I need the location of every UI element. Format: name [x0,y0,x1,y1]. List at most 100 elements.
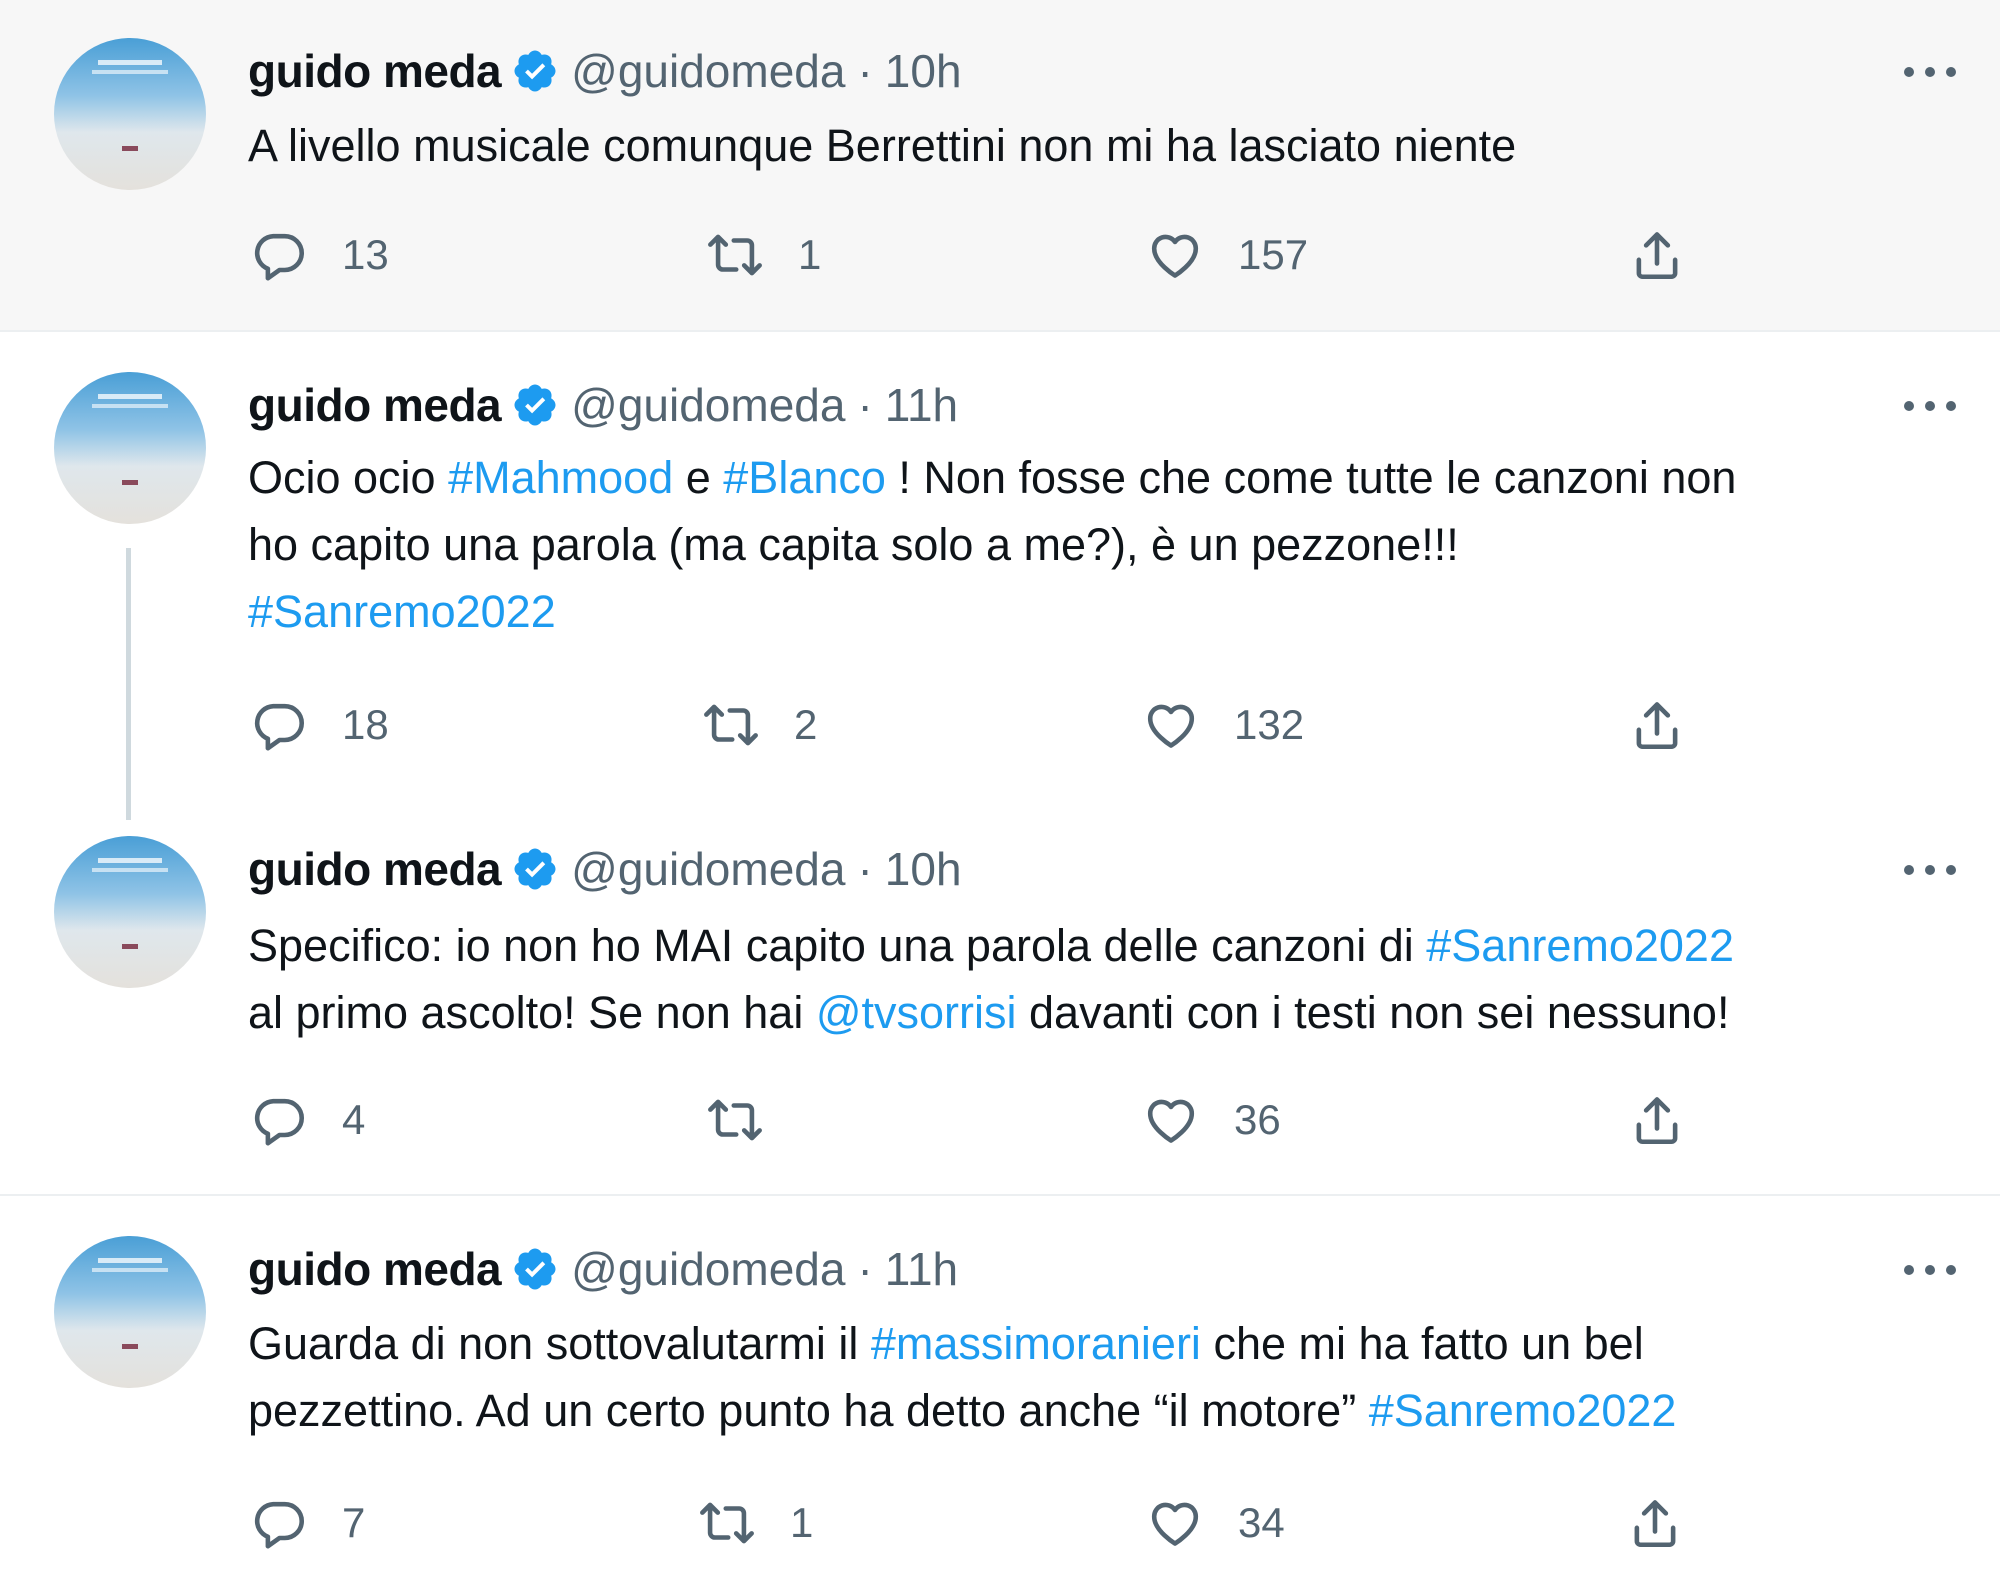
tweet-text-segment: Ocio ocio [248,452,449,503]
display-name[interactable]: guido meda [248,378,502,432]
avatar[interactable] [54,1236,206,1388]
retweet-icon [704,704,758,746]
tweet-text-segment: A livello musicale comunque Berrettini n… [248,120,1517,171]
retweet-count: 1 [790,1499,814,1546]
heart-icon [1151,1502,1199,1546]
more-icon[interactable] [1904,860,1956,880]
verified-icon [514,1248,556,1290]
share-button[interactable] [1628,690,1686,760]
timestamp[interactable]: 11h [885,1242,958,1296]
retweet-icon [708,1099,762,1141]
separator: · [857,1243,873,1295]
retweet-button[interactable]: 2 [702,690,817,760]
tweet-text-segment: ! Non fosse che come tutte le canzoni no… [885,452,1737,503]
like-button[interactable]: 157 [1146,220,1308,290]
verified-icon [514,384,556,426]
tweet-actions: 7 1 34 [0,1488,2000,1558]
tweet-text-segment: pezzettino. Ad un certo punto ha detto a… [248,1385,1369,1436]
share-button[interactable] [1628,1085,1686,1155]
heart-icon [1147,1099,1195,1143]
timestamp[interactable]: 11h [885,378,958,432]
separator: · [857,45,873,97]
separator: · [857,843,873,895]
more-icon[interactable] [1904,1260,1956,1280]
tweet-text-segment: Guarda di non sottovalutarmi il [248,1318,871,1369]
tweet-text-segment: ho capito una parola (ma capita solo a m… [248,519,1459,570]
more-icon[interactable] [1904,62,1956,82]
retweet-button[interactable] [706,1085,798,1155]
tweet-text-segment: Specifico: io non ho MAI capito una paro… [248,920,1427,971]
display-name[interactable]: guido meda [248,1242,502,1296]
reply-icon [254,1098,305,1146]
tweet-actions: 4 36 [0,1085,2000,1155]
tweet[interactable]: guido meda @guidomeda · 10h Specifico: i… [0,800,2000,1190]
heart-icon [1147,704,1195,748]
reply-icon [254,1501,305,1549]
retweet-count: 2 [794,701,818,748]
tweet-actions: 18 2 132 [0,690,2000,760]
tweet-header: guido meda @guidomeda · 10h [248,834,962,904]
hashtag-link[interactable]: #Sanremo2022 [1426,920,1734,971]
display-name[interactable]: guido meda [248,842,502,896]
share-icon [1636,232,1678,280]
like-button[interactable]: 132 [1142,690,1304,760]
like-button[interactable]: 34 [1146,1488,1285,1558]
tweet-header: guido meda @guidomeda · 11h [248,1234,958,1304]
tweet[interactable]: guido meda @guidomeda · 11h Guarda di no… [0,1196,2000,1577]
avatar[interactable] [54,372,206,524]
reply-count: 18 [342,701,389,748]
avatar[interactable] [54,38,206,190]
like-button[interactable]: 36 [1142,1085,1281,1155]
retweet-icon [700,1502,754,1544]
tweet-text: Ocio ocio #Mahmood e #Blanco ! Non fosse… [248,444,1978,645]
hashtag-link[interactable]: #Blanco [723,452,886,503]
tweet-text: Guarda di non sottovalutarmi il #massimo… [248,1310,1978,1444]
heart-icon [1151,234,1199,278]
handle[interactable]: @guidomeda [571,842,845,896]
display-name[interactable]: guido meda [248,44,502,98]
reply-button[interactable]: 4 [250,1085,365,1155]
reply-icon [254,703,305,751]
retweet-button[interactable]: 1 [698,1488,813,1558]
like-count: 157 [1238,231,1309,278]
handle[interactable]: @guidomeda [571,1242,845,1296]
hashtag-link[interactable]: #Sanremo2022 [1369,1385,1677,1436]
retweet-button[interactable]: 1 [706,220,821,290]
share-icon [1636,1097,1678,1145]
reply-button[interactable]: 7 [250,1488,365,1558]
tweet-text: Specifico: io non ho MAI capito una paro… [248,912,1978,1046]
tweet[interactable]: guido meda @guidomeda · 10h A livello mu… [0,0,2000,330]
avatar[interactable] [54,836,206,988]
timestamp[interactable]: 10h [885,842,962,896]
retweet-icon [708,234,762,276]
tweet-text: A livello musicale comunque Berrettini n… [248,112,1978,179]
like-count: 36 [1234,1096,1281,1143]
share-button[interactable] [1626,1488,1684,1558]
handle[interactable]: @guidomeda [571,378,845,432]
tweet[interactable]: guido meda @guidomeda · 11h Ocio ocio #M… [0,332,2000,792]
retweet-count: 1 [798,231,822,278]
share-icon [1636,702,1678,750]
separator: · [857,379,873,431]
like-count: 34 [1238,1499,1285,1546]
like-count: 132 [1234,701,1305,748]
hashtag-link[interactable]: #Mahmood [448,452,673,503]
tweet-text-segment: e [673,452,724,503]
tweet-header: guido meda @guidomeda · 11h [248,370,958,440]
share-button[interactable] [1628,220,1686,290]
tweet-text-segment: davanti con i testi non sei nessuno! [1016,987,1730,1038]
mention-link[interactable]: @tvsorrisi [816,987,1017,1038]
timestamp[interactable]: 10h [885,44,962,98]
tweet-header: guido meda @guidomeda · 10h [248,36,962,106]
verified-icon [514,50,556,92]
handle[interactable]: @guidomeda [571,44,845,98]
verified-icon [514,848,556,890]
hashtag-link[interactable]: #massimoranieri [871,1318,1201,1369]
reply-count: 13 [342,231,389,278]
reply-button[interactable]: 18 [250,690,389,760]
reply-button[interactable]: 13 [250,220,389,290]
reply-count: 7 [342,1499,366,1546]
tweet-text-segment: che mi ha fatto un bel [1200,1318,1644,1369]
more-icon[interactable] [1904,396,1956,416]
hashtag-link[interactable]: #Sanremo2022 [248,586,556,637]
